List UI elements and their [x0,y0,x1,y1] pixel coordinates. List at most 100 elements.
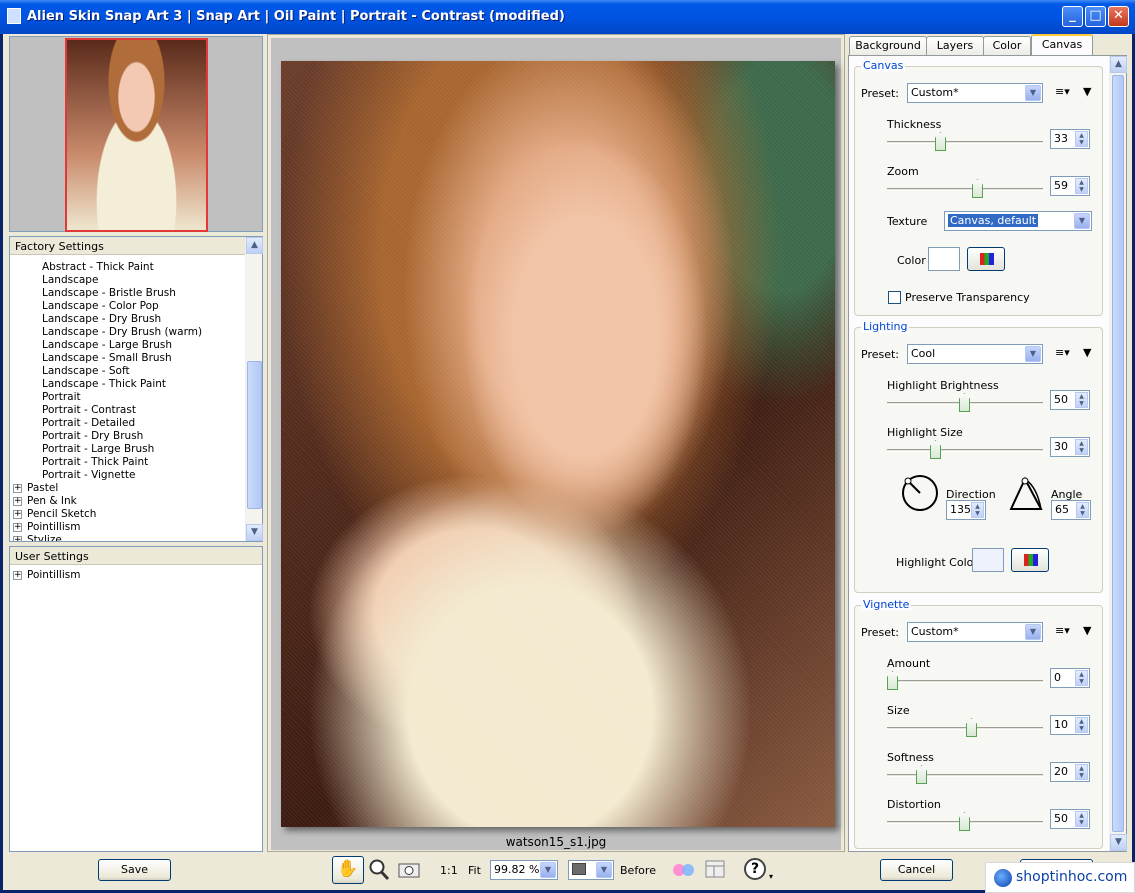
thickness-slider[interactable] [887,131,1043,153]
layout-icon[interactable] [703,858,727,880]
expand-plus-icon[interactable]: + [13,536,22,541]
distortion-field[interactable]: 50 ▲ ▼ [1050,809,1090,829]
tree-preset-item[interactable]: Landscape [10,274,244,287]
maximize-button[interactable]: □ [1085,6,1106,27]
tree-folder[interactable]: + Pastel [10,482,244,495]
scroll-thumb[interactable] [247,361,262,509]
canvas-preset-menu-icon[interactable]: ≡▾ [1055,85,1070,98]
slider-thumb[interactable] [930,440,941,459]
tree-preset-item[interactable]: Landscape - Thick Paint [10,378,244,391]
scroll-down-icon[interactable]: ▼ [246,524,263,541]
lighting-preset-menu-icon[interactable]: ≡▾ [1055,346,1070,359]
highlight-size-slider[interactable] [887,439,1043,461]
tree-preset-item[interactable]: Portrait [10,391,244,404]
tree-preset-item[interactable]: Landscape - Dry Brush [10,313,244,326]
tab-canvas[interactable]: Canvas [1031,34,1093,57]
preview-image[interactable] [281,61,835,827]
lighting-preset-select[interactable]: Cool ▼ [907,344,1043,364]
spin-arrows-icon[interactable]: ▲ ▼ [1075,811,1088,827]
vignette-preset-select[interactable]: Custom* ▼ [907,622,1043,642]
zoom-1to1-button[interactable]: 1:1 [440,864,458,877]
split-view-icon[interactable] [671,860,697,880]
preview-canvas[interactable]: watson15_s1.jpg [271,38,841,850]
save-button[interactable]: Save [98,859,171,881]
slider-thumb[interactable] [887,671,898,690]
vignette-preset-menu-icon[interactable]: ≡▾ [1055,624,1070,637]
expand-plus-icon[interactable]: + [13,510,22,519]
zoom-tool-icon[interactable] [367,858,391,882]
vignette-collapse-icon[interactable]: ▼ [1083,624,1091,637]
tab-color[interactable]: Color [983,36,1031,56]
canvas-color-swatch[interactable] [928,247,960,271]
tree-preset-item[interactable]: Portrait - Detailed [10,417,244,430]
slider-thumb[interactable] [916,765,927,784]
tree-preset-item[interactable]: Portrait - Contrast [10,404,244,417]
help-icon[interactable]: ? [744,858,766,880]
softness-field[interactable]: 20 ▲ ▼ [1050,762,1090,782]
tree-folder[interactable]: + Stylize [10,534,244,541]
zoom-fit-button[interactable]: Fit [468,864,481,877]
zoom-percent-select[interactable]: 99.82 % ▼ [490,860,558,880]
tree-folder[interactable]: + Pen & Ink [10,495,244,508]
lighting-collapse-icon[interactable]: ▼ [1083,346,1091,359]
expand-plus-icon[interactable]: + [13,523,22,532]
amount-field[interactable]: 0 ▲ ▼ [1050,668,1090,688]
before-toggle[interactable]: Before [620,864,656,877]
tree-preset-item[interactable]: Landscape - Bristle Brush [10,287,244,300]
spin-arrows-icon[interactable]: ▲ ▼ [971,502,984,518]
spin-arrows-icon[interactable]: ▲ ▼ [1075,439,1088,455]
angle-icon[interactable] [1007,473,1045,513]
expand-plus-icon[interactable]: + [13,484,22,493]
highlight-color-picker-button[interactable] [1011,548,1049,572]
hand-tool-button[interactable]: ✋ [332,856,364,884]
highlight-size-field[interactable]: 30 ▲ ▼ [1050,437,1090,457]
preserve-transparency-checkbox[interactable] [888,291,901,304]
vignette-size-field[interactable]: 10 ▲ ▼ [1050,715,1090,735]
texture-select[interactable]: Canvas, default ▼ [944,211,1092,231]
direction-field[interactable]: 135 ▲ ▼ [946,500,986,520]
zoom-slider[interactable] [887,178,1043,200]
tree-preset-item[interactable]: Portrait - Dry Brush [10,430,244,443]
highlight-color-swatch[interactable] [972,548,1004,572]
spin-arrows-icon[interactable]: ▲ ▼ [1076,502,1089,518]
tree-preset-item[interactable]: Landscape - Soft [10,365,244,378]
snapshot-icon[interactable] [397,860,421,880]
app-icon[interactable] [7,8,21,24]
tree-preset-item[interactable]: Portrait - Thick Paint [10,456,244,469]
slider-thumb[interactable] [972,179,983,198]
tree-preset-item[interactable]: Landscape - Dry Brush (warm) [10,326,244,339]
minimize-button[interactable]: _ [1062,6,1083,27]
tree-preset-item[interactable]: Portrait - Large Brush [10,443,244,456]
title-bar[interactable]: Alien Skin Snap Art 3 | Snap Art | Oil P… [0,0,1135,34]
close-button[interactable]: ✕ [1108,6,1129,27]
spin-arrows-icon[interactable]: ▲ ▼ [1075,392,1088,408]
tree-preset-item[interactable]: Landscape - Color Pop [10,300,244,313]
help-dropdown-icon[interactable]: ▾ [769,872,773,881]
slider-thumb[interactable] [959,812,970,831]
tree-preset-item[interactable]: Portrait - Vignette [10,469,244,482]
scroll-up-icon[interactable]: ▲ [246,237,263,254]
background-color-select[interactable]: ▼ [568,860,614,880]
tab-background[interactable]: Background [849,36,927,56]
highlight-brightness-field[interactable]: 50 ▲ ▼ [1050,390,1090,410]
softness-slider[interactable] [887,764,1043,786]
tree-folder[interactable]: + Pencil Sketch [10,508,244,521]
thickness-field[interactable]: 33 ▲ ▼ [1050,129,1090,149]
expand-plus-icon[interactable]: + [13,571,22,580]
canvas-preset-select[interactable]: Custom* ▼ [907,83,1043,103]
spin-arrows-icon[interactable]: ▲ ▼ [1075,764,1088,780]
canvas-collapse-icon[interactable]: ▼ [1083,85,1091,98]
slider-thumb[interactable] [966,718,977,737]
slider-thumb[interactable] [935,132,946,151]
cancel-button[interactable]: Cancel [880,859,953,881]
tree-preset-item[interactable]: Abstract - Thick Paint [10,261,244,274]
spin-arrows-icon[interactable]: ▲ ▼ [1075,717,1088,733]
spin-arrows-icon[interactable]: ▲ ▼ [1075,131,1088,147]
highlight-brightness-slider[interactable] [887,392,1043,414]
scroll-down-icon[interactable]: ▼ [1110,834,1127,851]
spin-arrows-icon[interactable]: ▲ ▼ [1075,178,1088,194]
navigator-thumbnail[interactable] [65,38,208,232]
zoom-field[interactable]: 59 ▲ ▼ [1050,176,1090,196]
scroll-thumb[interactable] [1112,75,1124,832]
expand-plus-icon[interactable]: + [13,497,22,506]
